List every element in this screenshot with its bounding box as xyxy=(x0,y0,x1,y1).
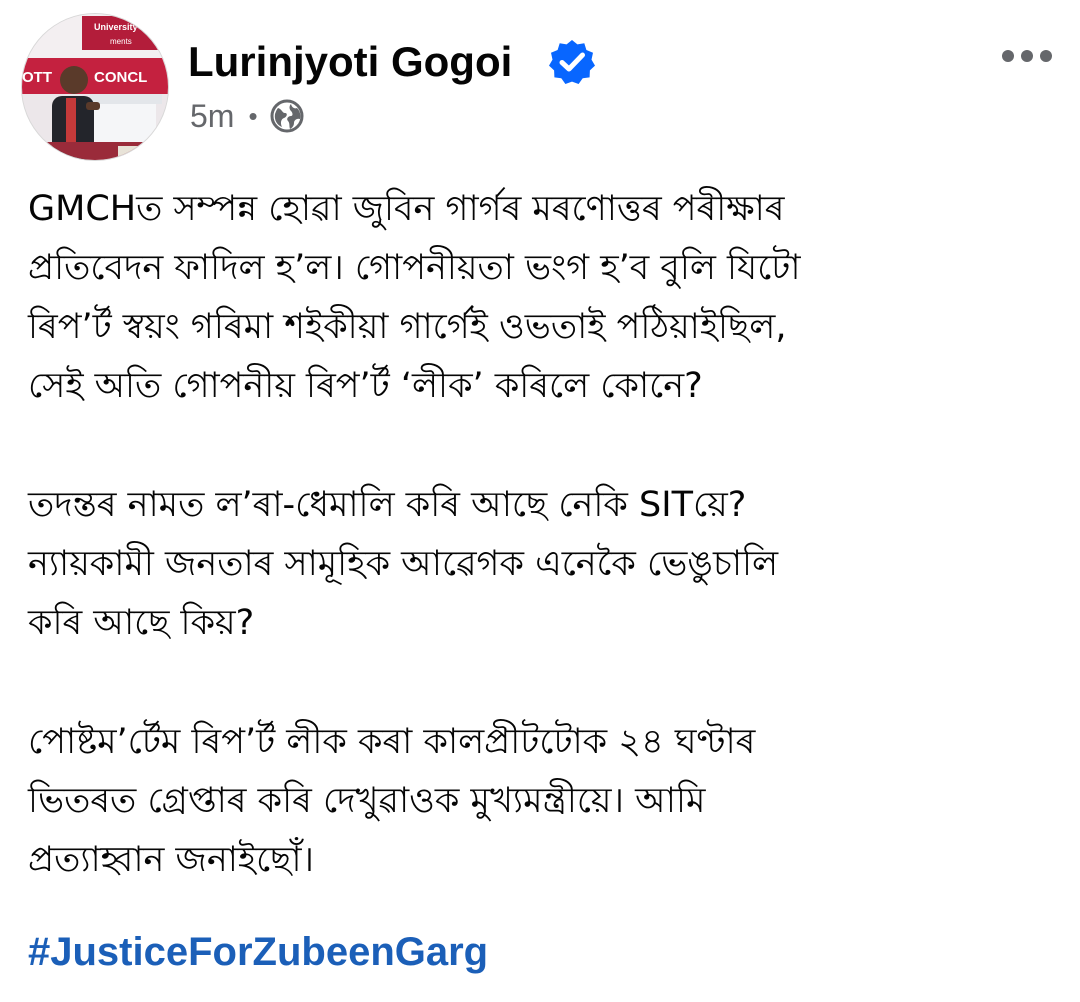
post-text: GMCHত সম্পন্ন হোৱা জুবিন গাৰ্গৰ মৰণোত্তৰ… xyxy=(28,180,1058,890)
post-line: সেই অতি গোপনীয় ৰিপ’ৰ্ট ‘লীক’ কৰিলে কোনে… xyxy=(28,366,703,406)
post-line: কৰি আছে কিয়? xyxy=(28,603,255,643)
avatar-banner-text-1: University Studen xyxy=(94,22,168,32)
post-line: প্ৰতিবেদন ফাদিল হ’ল। গোপনীয়তা ভংগ হ’ব ব… xyxy=(28,248,801,288)
post-paragraph-1: GMCHত সম্পন্ন হোৱা জুবিন গাৰ্গৰ মৰণোত্তৰ… xyxy=(28,180,1058,416)
post-time[interactable]: 5m xyxy=(190,98,234,135)
post-line: তদন্তৰ নামত ল’ৰা-ধেমালি কৰি আছে নেকি SIT… xyxy=(28,485,747,525)
facebook-post: University Studen ments OTT CONCL Lurinj… xyxy=(0,0,1080,1002)
post-paragraph-2: তদন্তৰ নামত ল’ৰা-ধেমালি কৰি আছে নেকি SIT… xyxy=(28,476,1058,653)
post-line: ন্যায়কামী জনতাৰ সামূহিক আৱেগক এনেকৈ ভেঙ… xyxy=(28,544,779,584)
more-dot xyxy=(1040,50,1052,62)
avatar-banner-text-4: CONCL xyxy=(94,69,147,86)
more-dot xyxy=(1021,50,1033,62)
post-paragraph-3: পোষ্টম’ৰ্টেম ৰিপ’ৰ্ট লীক কৰা কালপ্ৰীটটোক… xyxy=(28,713,1058,890)
globe-icon[interactable] xyxy=(270,99,304,133)
verified-badge-icon xyxy=(549,40,595,84)
more-dot xyxy=(1002,50,1014,62)
hashtag-link[interactable]: #JusticeForZubeenGarg xyxy=(28,926,488,978)
post-line: ৰিপ’ৰ্ট স্বয়ং গৰিমা শইকীয়া গাৰ্গেই ওভত… xyxy=(28,307,787,347)
post-line: GMCHত সম্পন্ন হোৱা জুবিন গাৰ্গৰ মৰণোত্তৰ… xyxy=(28,189,785,229)
avatar[interactable]: University Studen ments OTT CONCL xyxy=(22,14,168,160)
profile-photo: University Studen ments OTT CONCL xyxy=(22,14,168,160)
post-line: প্ৰত্যাহ্বান জনাইছোঁ। xyxy=(28,840,315,880)
more-options-icon[interactable] xyxy=(1002,50,1052,62)
avatar-banner-text-2: ments xyxy=(110,37,132,46)
avatar-banner-text-3: OTT xyxy=(22,69,52,86)
post-line: ভিতৰত গ্ৰেপ্তাৰ কৰি দেখুৱাওক মুখ্যমন্ত্ৰ… xyxy=(28,781,706,821)
author-name[interactable]: Lurinjyoti Gogoi xyxy=(188,36,512,88)
post-meta: 5m • xyxy=(190,94,304,138)
meta-separator: • xyxy=(248,100,258,131)
post-line: পোষ্টম’ৰ্টেম ৰিপ’ৰ্ট লীক কৰা কালপ্ৰীটটোক… xyxy=(28,722,756,762)
